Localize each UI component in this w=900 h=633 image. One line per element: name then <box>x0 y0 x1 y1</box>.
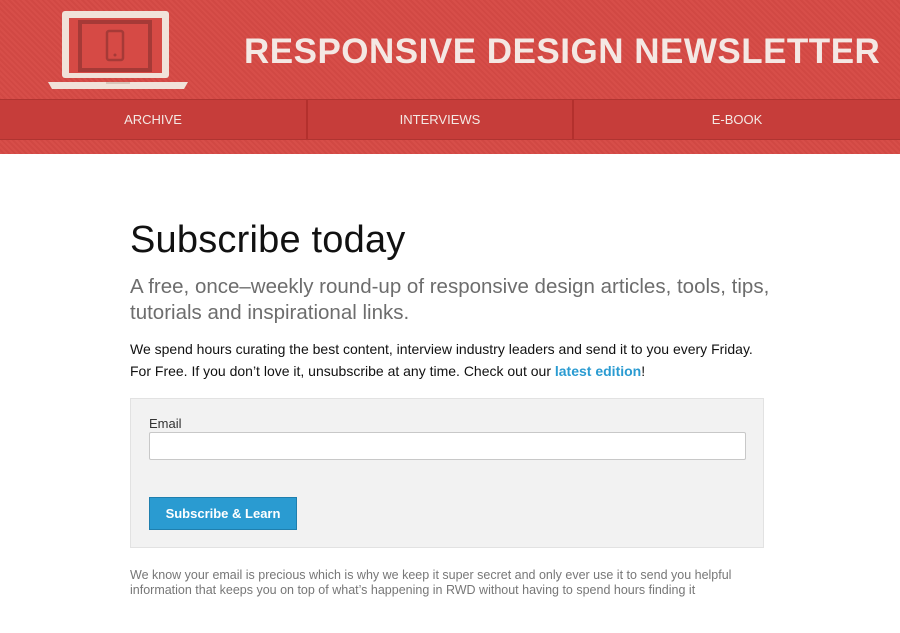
page-title: Subscribe today <box>130 219 406 261</box>
email-label: Email <box>149 416 182 431</box>
intro-text: We spend hours curating the best content… <box>130 338 770 382</box>
lead-text: A free, once–weekly round-up of responsi… <box>130 275 770 324</box>
main-nav: ARCHIVE INTERVIEWS E-BOOK <box>0 99 900 140</box>
privacy-note: We know your email is precious which is … <box>130 568 732 597</box>
main-content: Subscribe today A free, once–weekly roun… <box>130 218 770 382</box>
subscribe-form: Email Subscribe & Learn <box>130 398 764 548</box>
subscribe-button[interactable]: Subscribe & Learn <box>149 497 297 530</box>
nav-item-interviews[interactable]: INTERVIEWS <box>308 100 574 139</box>
latest-edition-link[interactable]: latest edition <box>555 363 641 379</box>
site-title: RESPONSIVE DESIGN NEWSLETTER <box>244 32 881 71</box>
site-header: RESPONSIVE DESIGN NEWSLETTER ARCHIVE INT… <box>0 0 900 154</box>
nav-item-ebook[interactable]: E-BOOK <box>574 100 900 139</box>
intro-body: We spend hours curating the best content… <box>130 341 753 379</box>
nav-item-archive[interactable]: ARCHIVE <box>0 100 308 139</box>
email-field[interactable] <box>149 432 746 460</box>
intro-end: ! <box>641 363 646 379</box>
laptop-phone-icon[interactable] <box>46 8 190 90</box>
